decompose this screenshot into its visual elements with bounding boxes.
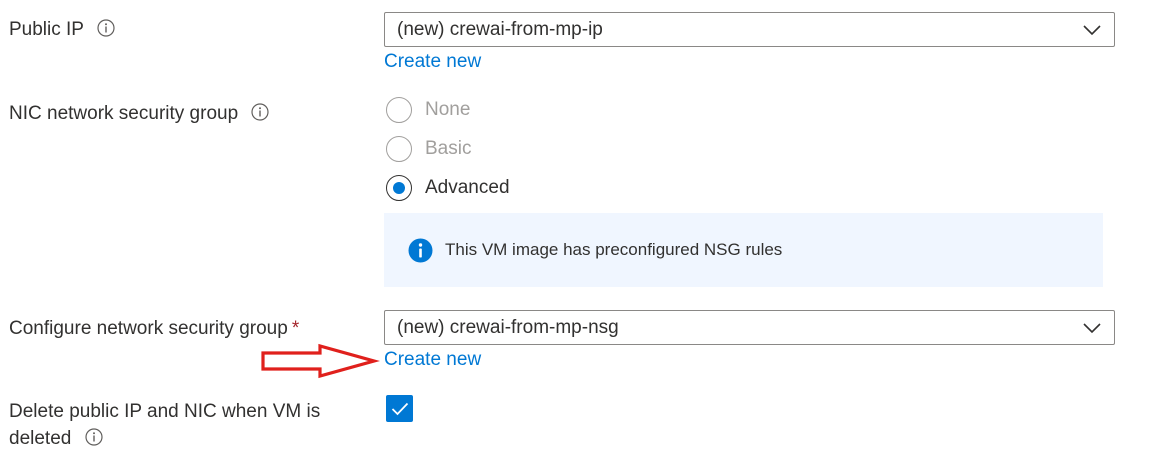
- nic-nsg-radio-basic[interactable]: Basic: [386, 135, 471, 163]
- nsg-info-message-bar: This VM image has preconfigured NSG rule…: [384, 213, 1103, 287]
- configure-nsg-label: Configure network security group *: [9, 317, 299, 341]
- radio-label: Advanced: [425, 177, 510, 198]
- delete-with-vm-label-line1: Delete public IP and NIC when VM is: [9, 401, 321, 422]
- radio-label: None: [425, 99, 471, 120]
- networking-form: Public IP (new) crewai-from-mp-ip Create…: [0, 0, 1157, 467]
- nsg-info-message-text: This VM image has preconfigured NSG rule…: [445, 240, 783, 259]
- nic-nsg-radio-none[interactable]: None: [386, 96, 470, 124]
- info-icon[interactable]: [251, 103, 270, 122]
- public-ip-dropdown[interactable]: (new) crewai-from-mp-ip: [384, 12, 1115, 47]
- configure-nsg-dropdown[interactable]: (new) crewai-from-mp-nsg: [384, 310, 1115, 345]
- configure-nsg-dropdown-value: (new) crewai-from-mp-nsg: [397, 316, 619, 338]
- red-arrow-right-icon: [261, 343, 380, 379]
- delete-with-vm-label-line2: deleted: [9, 428, 72, 449]
- radio-button[interactable]: [386, 136, 412, 162]
- delete-with-vm-label-line2-row: deleted: [9, 425, 349, 452]
- info-icon[interactable]: [97, 19, 115, 38]
- checkmark-icon: [391, 402, 408, 415]
- radio-selected-dot: [393, 182, 405, 194]
- public-ip-create-new-link[interactable]: Create new: [384, 50, 481, 74]
- configure-nsg-label-text: Configure network security group: [9, 318, 288, 339]
- required-asterisk: *: [291, 318, 300, 339]
- info-filled-icon: [408, 238, 433, 262]
- radio-label: Basic: [425, 138, 472, 159]
- nic-nsg-label: NIC network security group: [9, 102, 270, 126]
- public-ip-label-text: Public IP: [9, 19, 84, 40]
- info-icon[interactable]: [85, 428, 103, 447]
- nic-nsg-radio-advanced[interactable]: Advanced: [386, 174, 510, 202]
- delete-with-vm-label: Delete public IP and NIC when VM is dele…: [9, 398, 349, 452]
- public-ip-dropdown-value: (new) crewai-from-mp-ip: [397, 18, 603, 40]
- nic-nsg-label-text: NIC network security group: [9, 103, 239, 124]
- delete-with-vm-checkbox[interactable]: [386, 395, 413, 422]
- chevron-down-icon: [1083, 24, 1101, 35]
- radio-button[interactable]: [386, 175, 412, 201]
- chevron-down-icon: [1083, 322, 1101, 333]
- public-ip-label: Public IP: [9, 18, 115, 42]
- radio-button[interactable]: [386, 97, 412, 123]
- configure-nsg-create-new-link[interactable]: Create new: [384, 348, 481, 372]
